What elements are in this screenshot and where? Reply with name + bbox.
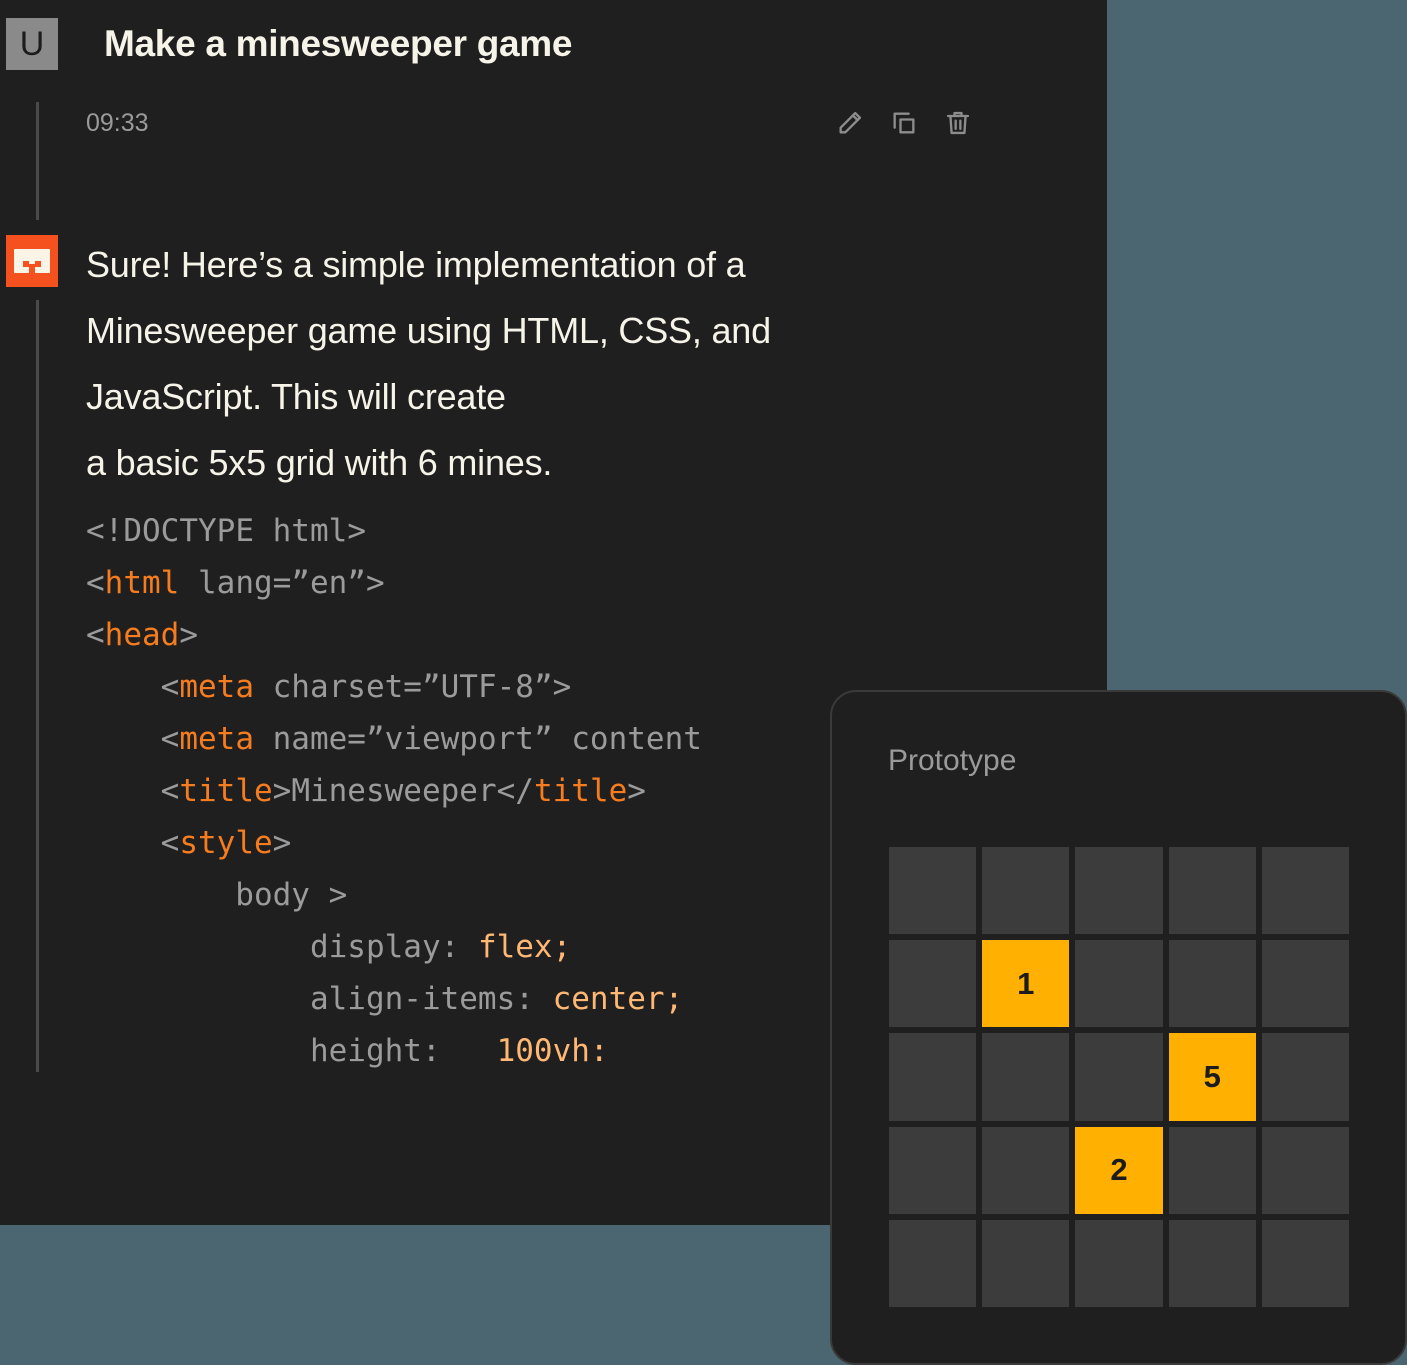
grid-cell[interactable] bbox=[1261, 1219, 1349, 1307]
grid-cell[interactable] bbox=[1261, 1126, 1349, 1214]
grid-cell[interactable] bbox=[982, 1033, 1070, 1121]
code-token: head bbox=[104, 617, 180, 653]
code-token: < bbox=[86, 513, 105, 549]
code-token: < bbox=[86, 617, 105, 653]
code-token: >Minesweeper</ bbox=[272, 773, 534, 809]
code-token: display: bbox=[86, 929, 478, 965]
code-token: align-items: bbox=[86, 981, 553, 1017]
code-line: <html lang=”en”> bbox=[86, 557, 1096, 609]
grid-cell[interactable] bbox=[889, 1126, 977, 1214]
code-token: meta bbox=[179, 669, 254, 705]
grid-cell-revealed[interactable]: 2 bbox=[1075, 1126, 1163, 1214]
thread-line bbox=[36, 300, 39, 1072]
code-line: <head> bbox=[86, 609, 1096, 661]
grid-cell[interactable] bbox=[1261, 847, 1349, 935]
code-token: title bbox=[533, 773, 628, 809]
assistant-text-line: a basic 5x5 grid with 6 mines. bbox=[86, 442, 553, 483]
grid-cell[interactable] bbox=[1075, 940, 1163, 1028]
grid-cell[interactable] bbox=[1261, 940, 1349, 1028]
prototype-panel-title: Prototype bbox=[888, 744, 1017, 777]
code-token: style bbox=[179, 825, 273, 861]
grid-cell[interactable] bbox=[1168, 940, 1256, 1028]
grid-cell[interactable] bbox=[1261, 1033, 1349, 1121]
assistant-message-body: Sure! Here’s a simple implementation of … bbox=[86, 232, 986, 496]
grid-cell[interactable] bbox=[1075, 1033, 1163, 1121]
grid-cell[interactable] bbox=[982, 1219, 1070, 1307]
grid-cell[interactable] bbox=[1168, 1219, 1256, 1307]
code-token: charset=”UTF-8”> bbox=[253, 669, 572, 705]
assistant-avatar bbox=[6, 235, 58, 287]
grid-cell[interactable] bbox=[889, 940, 977, 1028]
user-avatar: U bbox=[6, 18, 58, 70]
code-token: meta bbox=[179, 721, 254, 757]
code-token: < bbox=[86, 565, 105, 601]
thread-line bbox=[36, 102, 39, 220]
user-message-header: U Make a minesweeper game bbox=[6, 18, 572, 70]
code-token: lang=”en”> bbox=[179, 565, 385, 601]
code-token: < bbox=[86, 669, 180, 705]
minesweeper-grid[interactable]: 1 52 bbox=[889, 847, 1349, 1307]
minesweeper-mascot-icon bbox=[14, 246, 50, 276]
code-token: !DOCTYPE html bbox=[104, 513, 348, 549]
grid-cell[interactable] bbox=[889, 1033, 977, 1121]
grid-cell[interactable] bbox=[889, 847, 977, 935]
user-message-meta: 09:33 bbox=[86, 100, 1046, 146]
code-token: < bbox=[86, 721, 180, 757]
code-line: <!DOCTYPE html> bbox=[86, 505, 1096, 557]
code-token: center; bbox=[552, 981, 684, 1017]
grid-cell-revealed[interactable]: 5 bbox=[1168, 1033, 1256, 1121]
code-token: > bbox=[179, 617, 198, 653]
grid-cell[interactable] bbox=[1168, 847, 1256, 935]
edit-icon[interactable] bbox=[836, 109, 864, 137]
assistant-text-line: JavaScript. This will create bbox=[86, 376, 506, 417]
message-actions bbox=[836, 109, 1046, 137]
grid-cell[interactable] bbox=[982, 1126, 1070, 1214]
assistant-text-line: Minesweeper game using HTML, CSS, and bbox=[86, 310, 771, 351]
user-message-title: Make a minesweeper game bbox=[104, 23, 573, 64]
code-token: flex; bbox=[477, 929, 572, 965]
delete-icon[interactable] bbox=[944, 109, 972, 137]
code-token: < bbox=[86, 825, 180, 861]
code-token: > bbox=[272, 825, 292, 861]
code-token: < bbox=[86, 773, 180, 809]
grid-cell[interactable] bbox=[982, 847, 1070, 935]
grid-cell[interactable] bbox=[889, 1219, 977, 1307]
code-token: > bbox=[627, 773, 646, 809]
prototype-panel: Prototype 1 52 bbox=[830, 690, 1407, 1365]
grid-cell[interactable] bbox=[1075, 1219, 1163, 1307]
code-token: height: bbox=[86, 1033, 497, 1069]
grid-cell[interactable] bbox=[1168, 1126, 1256, 1214]
code-token: title bbox=[179, 773, 273, 809]
message-timestamp: 09:33 bbox=[86, 108, 149, 137]
code-token: 100vh: bbox=[496, 1033, 609, 1069]
assistant-text-line: Sure! Here’s a simple implementation of … bbox=[86, 244, 746, 285]
code-token: body > bbox=[86, 877, 348, 913]
grid-cell[interactable] bbox=[1075, 847, 1163, 935]
copy-icon[interactable] bbox=[890, 109, 918, 137]
code-token: name=”viewport” content bbox=[253, 721, 702, 757]
code-token: html bbox=[104, 565, 180, 601]
code-token: > bbox=[347, 513, 366, 549]
grid-cell-revealed[interactable]: 1 bbox=[982, 940, 1070, 1028]
